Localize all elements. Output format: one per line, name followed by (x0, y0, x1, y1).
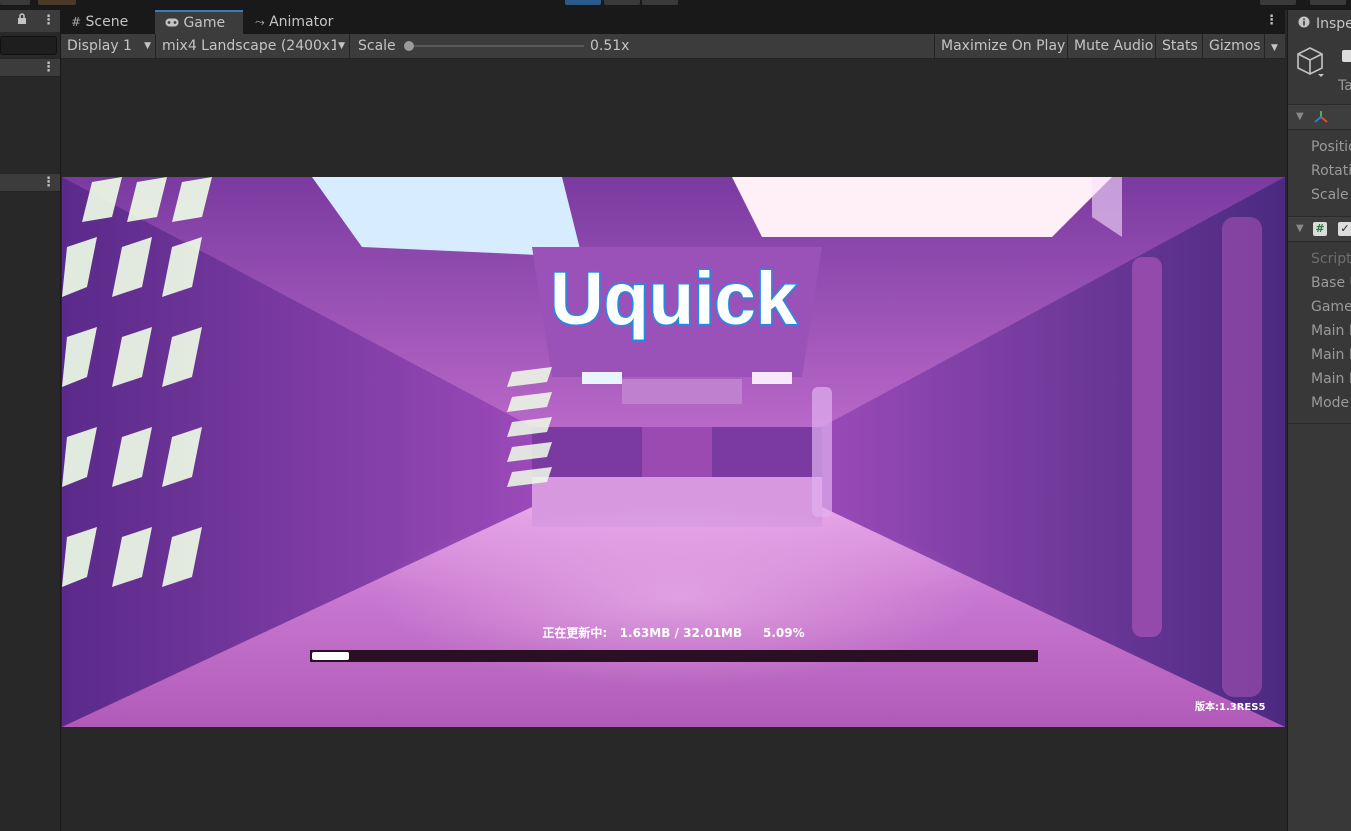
scale-field-label: Scale (1311, 187, 1349, 203)
tag-label: Ta (1338, 78, 1351, 94)
kebab-icon[interactable]: ⋮ (42, 176, 55, 190)
pause-button[interactable] (604, 0, 640, 5)
position-field-label: Positio (1311, 139, 1351, 155)
info-icon (1298, 16, 1310, 32)
resolution-label: mix4 Landscape (2400x1 (162, 38, 340, 54)
scale-slider-track[interactable] (404, 45, 584, 47)
hierarchy-tab-bar: ⋮ (0, 10, 60, 32)
script-field-label: Script (1311, 251, 1351, 267)
script-component-header[interactable]: ▼ # ✓ (1288, 216, 1351, 242)
scale-label: Scale (358, 38, 396, 54)
view-tab-bar: # Scene Game ⤳ Animator ⋮ (61, 10, 1285, 34)
gizmos-label: Gizmos (1209, 38, 1261, 54)
game-logo-text: Uquick (549, 256, 799, 342)
top-strip-button[interactable] (1310, 0, 1346, 5)
game-toolbar: Display 1 ▼ mix4 Landscape (2400x1 ▼ Sca… (61, 34, 1285, 59)
kebab-icon[interactable]: ⋮ (42, 14, 55, 28)
main-field-label: Main P (1311, 323, 1351, 339)
gamepad-icon (165, 15, 183, 31)
checkbox-icon[interactable]: ✓ (1338, 222, 1351, 236)
script-icon: # (1313, 222, 1327, 236)
grid-icon: # (71, 15, 82, 29)
display-label: Display 1 (67, 38, 132, 54)
resolution-dropdown[interactable]: mix4 Landscape (2400x1 ▼ (156, 34, 350, 58)
top-strip-button[interactable] (1260, 0, 1296, 5)
kebab-icon[interactable]: ⋮ (1265, 14, 1278, 28)
lock-icon[interactable] (17, 13, 27, 29)
hierarchy-search-input[interactable] (0, 36, 57, 55)
base-url-field-label: Base U (1311, 275, 1351, 291)
stats-label: Stats (1162, 38, 1198, 54)
tab-animator-label: Animator (269, 14, 334, 30)
panel-header: ⋮ (0, 174, 60, 192)
main-field-label: Main P (1311, 371, 1351, 387)
stats-toggle[interactable]: Stats (1156, 34, 1203, 58)
foldout-triangle-icon[interactable]: ▼ (1296, 223, 1304, 234)
dropdown-icon: ▼ (144, 41, 151, 51)
dropdown-icon: ▼ (336, 34, 345, 58)
checkbox-icon[interactable] (1342, 50, 1351, 62)
scale-value: 0.51x (590, 38, 630, 54)
transform-component-header[interactable]: ▼ (1288, 104, 1351, 130)
inspector-tab-label[interactable]: Inspe (1316, 16, 1351, 32)
tab-scene[interactable]: # Scene (61, 10, 154, 34)
update-progress-bar (310, 650, 1038, 662)
dropdown-icon: ▼ (1271, 43, 1278, 53)
animator-icon: ⤳ (255, 15, 265, 29)
mode-field-label: Mode (1311, 395, 1350, 411)
inspector-tab-bar: Inspe (1288, 10, 1351, 38)
rotation-field-label: Rotatio (1311, 163, 1351, 179)
tab-game-label: Game (183, 15, 226, 31)
update-progress-fill (312, 652, 349, 660)
inspector-panel: Inspe Ta ▼ Positio Rotatio Scale ▼ # ✓ S… (1287, 10, 1351, 831)
kebab-icon[interactable]: ⋮ (42, 61, 55, 75)
top-strip-button[interactable] (0, 0, 30, 5)
game-screen[interactable]: Uquick 正在更新中: 1.63MB / 32.01MB 5.09% 版本:… (62, 177, 1285, 727)
tab-game[interactable]: Game (155, 10, 243, 34)
update-status-text: 正在更新中: 1.63MB / 32.01MB 5.09% (542, 626, 805, 640)
divider (1288, 423, 1351, 424)
mute-audio-label: Mute Audio (1074, 38, 1154, 54)
panel-header: ⋮ (0, 59, 60, 77)
step-button[interactable] (642, 0, 678, 5)
mute-audio-toggle[interactable]: Mute Audio (1068, 34, 1156, 58)
display-dropdown[interactable]: Display 1 ▼ (61, 34, 156, 58)
scale-slider-thumb[interactable] (404, 41, 414, 51)
version-label: 版本:1.3RES5 (1195, 702, 1266, 713)
game-field-label: Game (1311, 299, 1351, 315)
top-strip-button[interactable] (38, 0, 76, 5)
maximize-on-play-label: Maximize On Play (941, 38, 1066, 54)
editor-top-strip (0, 0, 1351, 10)
scale-control: Scale 0.51x (350, 34, 935, 58)
gizmos-dropdown[interactable]: ▼ (1265, 34, 1285, 58)
play-button[interactable] (565, 0, 601, 5)
cube-icon (1296, 46, 1326, 82)
main-field-label: Main P (1311, 347, 1351, 363)
tab-animator[interactable]: ⤳ Animator (245, 10, 355, 34)
maximize-on-play-toggle[interactable]: Maximize On Play (935, 34, 1068, 58)
hierarchy-panel: ⋮ ⋮ ⋮ (0, 10, 61, 831)
gizmos-toggle[interactable]: Gizmos (1203, 34, 1265, 58)
transform-icon (1314, 110, 1328, 128)
foldout-triangle-icon[interactable]: ▼ (1296, 111, 1304, 122)
tab-scene-label: Scene (85, 14, 129, 30)
